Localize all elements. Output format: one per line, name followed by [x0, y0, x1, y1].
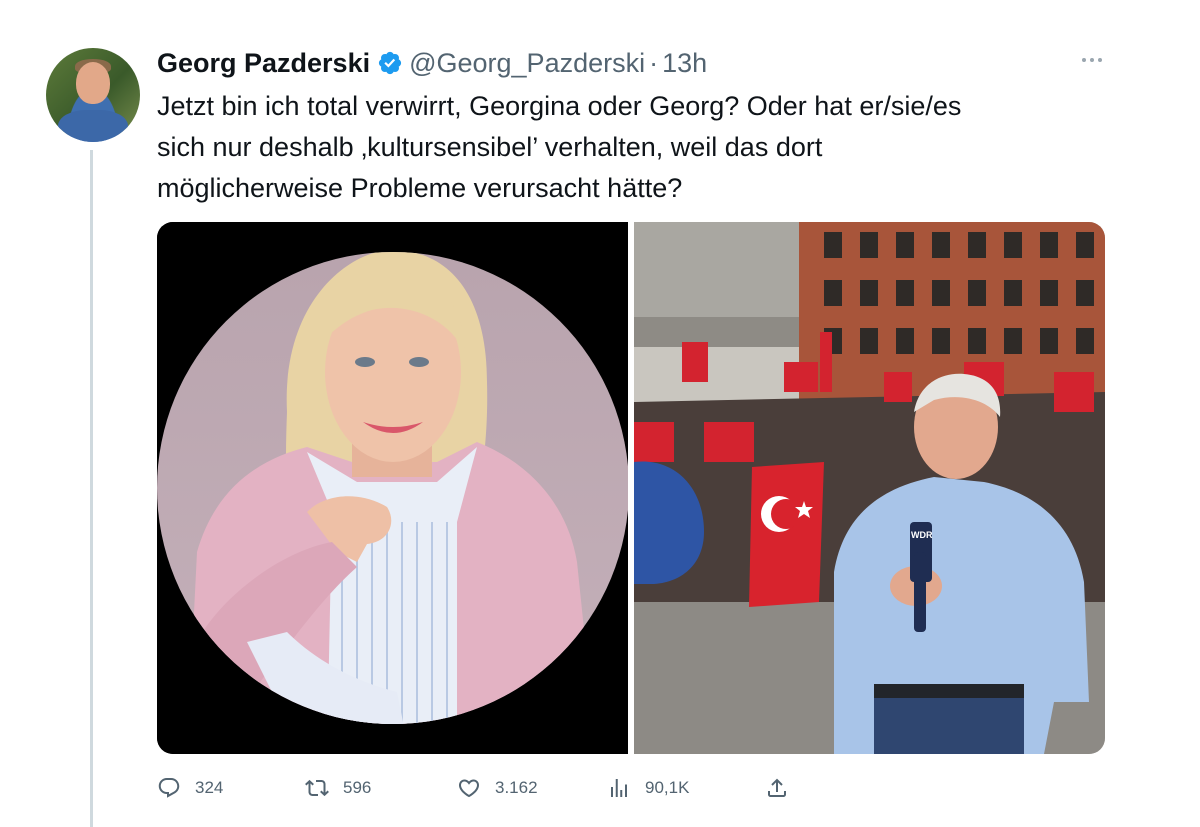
- tweet-media: WDR: [157, 222, 1105, 754]
- tweet-text: Jetzt bin ich total verwirrt, Georgina o…: [157, 86, 1117, 209]
- media-photo-reporter[interactable]: WDR: [634, 222, 1105, 754]
- retweet-button[interactable]: 596: [305, 770, 371, 806]
- tweet-actions: 324 596 3.162 90,1K: [157, 770, 797, 806]
- reply-icon: [158, 778, 180, 798]
- tweet[interactable]: Georg Pazderski @Georg_Pazderski · 13h J…: [0, 0, 1200, 827]
- views-count: 90,1K: [645, 778, 690, 797]
- media-photo-portrait[interactable]: [157, 222, 628, 754]
- tweet-text-line: Jetzt bin ich total verwirrt, Georgina o…: [157, 91, 962, 121]
- author-handle[interactable]: @Georg_Pazderski: [409, 48, 645, 79]
- more-options-icon[interactable]: [1080, 52, 1104, 68]
- share-button[interactable]: [765, 770, 803, 806]
- avatar[interactable]: [46, 48, 140, 142]
- verified-badge-icon[interactable]: [377, 50, 403, 76]
- reply-count: 324: [195, 778, 224, 797]
- views-button[interactable]: 90,1K: [607, 770, 689, 806]
- separator-dot: ·: [649, 47, 659, 78]
- tweet-text-line: möglicherweise Probleme verursacht hätte…: [157, 173, 683, 203]
- timestamp[interactable]: 13h: [662, 48, 707, 79]
- tweet-text-line: sich nur deshalb ‚kultursensibel’ verhal…: [157, 132, 823, 162]
- heart-icon: [458, 779, 480, 798]
- author-name[interactable]: Georg Pazderski: [157, 48, 370, 79]
- reply-button[interactable]: 324: [157, 770, 223, 806]
- like-count: 3.162: [495, 778, 538, 797]
- retweet-icon: [305, 779, 329, 797]
- share-icon: [768, 778, 786, 797]
- tweet-header: Georg Pazderski @Georg_Pazderski · 13h: [157, 44, 707, 82]
- like-button[interactable]: 3.162: [457, 770, 538, 806]
- views-icon: [611, 779, 627, 797]
- thread-line: [90, 150, 93, 827]
- retweet-count: 596: [343, 778, 372, 797]
- mic-flag-label: WDR: [911, 530, 933, 540]
